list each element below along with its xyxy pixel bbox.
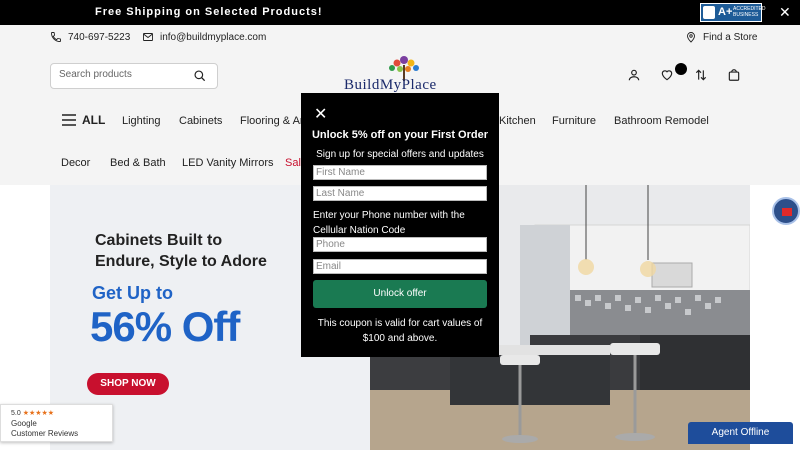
bbb-accredited-text: ACCREDITED BUSINESS bbox=[733, 6, 766, 18]
hero-get-up-to: Get Up to bbox=[92, 283, 173, 303]
modal-title: Unlock 5% off on your First Order bbox=[311, 129, 489, 141]
customer-reviews-label: Customer Reviews bbox=[11, 429, 79, 438]
nav-kitchen[interactable]: Kitchen bbox=[499, 115, 536, 127]
phone-number: 740-697-5223 bbox=[68, 31, 131, 43]
google-reviews-label: Google Customer Reviews bbox=[11, 419, 78, 439]
search-input[interactable] bbox=[59, 69, 179, 80]
first-name-field[interactable] bbox=[313, 165, 487, 180]
phone-contact[interactable]: 740-697-5223 bbox=[50, 31, 130, 43]
bbb-logo-icon bbox=[703, 6, 715, 19]
close-icon[interactable]: ✕ bbox=[314, 104, 327, 124]
phone-field[interactable] bbox=[313, 237, 487, 252]
promo-text: Free Shipping on Selected Products! bbox=[95, 6, 323, 18]
close-icon[interactable]: ✕ bbox=[779, 4, 791, 21]
phone-label: Enter your Phone number with the Cellula… bbox=[313, 210, 465, 236]
nav-bed-bath[interactable]: Bed & Bath bbox=[110, 157, 166, 169]
bbb-rating: A+ bbox=[718, 6, 733, 18]
email-contact[interactable]: info@buildmyplace.com bbox=[142, 31, 266, 43]
star-rating-icon: ★★★★★ bbox=[22, 410, 55, 417]
promo-bar: Free Shipping on Selected Products! A+ A… bbox=[0, 0, 800, 25]
signup-offer-modal: ✕ Unlock 5% off on your First Order Sign… bbox=[301, 93, 499, 357]
nav-lighting[interactable]: Lighting bbox=[122, 115, 161, 127]
search-box bbox=[50, 63, 218, 89]
nav-bathroom-remodel[interactable]: Bathroom Remodel bbox=[614, 115, 709, 127]
all-label: ALL bbox=[82, 113, 106, 127]
video-camera-icon bbox=[782, 208, 792, 216]
nav-decor[interactable]: Decor bbox=[61, 157, 90, 169]
hamburger-menu-icon bbox=[62, 114, 76, 126]
nav-cabinets[interactable]: Cabinets bbox=[179, 115, 222, 127]
last-name-field[interactable] bbox=[313, 186, 487, 201]
agent-offline-button[interactable]: Agent Offline bbox=[688, 422, 793, 444]
modal-subtitle: Sign up for special offers and updates bbox=[316, 149, 484, 160]
google-score: 5.0 bbox=[11, 410, 21, 417]
wishlist-heart-icon[interactable] bbox=[660, 68, 674, 82]
find-store-label: Find a Store bbox=[703, 31, 758, 43]
google-label: Google bbox=[11, 419, 37, 428]
logo-text: BuildMyPlace bbox=[344, 77, 437, 93]
hero-title-line1: Cabinets Built to bbox=[95, 232, 223, 249]
unlock-offer-button[interactable]: Unlock offer bbox=[313, 280, 487, 308]
all-categories-menu[interactable]: ALL bbox=[62, 113, 105, 127]
shop-now-button[interactable]: SHOP NOW bbox=[87, 373, 169, 395]
hero-title: Cabinets Built to Endure, Style to Adore bbox=[95, 230, 267, 272]
bbb-badge[interactable]: A+ ACCREDITED BUSINESS bbox=[700, 3, 766, 22]
coupon-note: This coupon is valid for cart values of … bbox=[317, 318, 483, 344]
compare-arrows-icon[interactable] bbox=[694, 68, 708, 82]
hero-title-line2: Endure, Style to Adore bbox=[95, 253, 267, 270]
hero-discount: 56% Off bbox=[90, 303, 240, 350]
location-pin-icon bbox=[687, 32, 695, 43]
site-logo[interactable]: BuildMyPlace bbox=[340, 55, 460, 95]
google-reviews-badge[interactable]: 5.0 ★★★★★ Google Customer Reviews bbox=[0, 404, 113, 442]
wishlist-count-badge bbox=[675, 63, 687, 75]
video-chat-button[interactable] bbox=[772, 197, 800, 225]
phone-icon bbox=[51, 32, 61, 42]
email-address: info@buildmyplace.com bbox=[160, 31, 267, 43]
cart-bag-icon[interactable] bbox=[727, 68, 741, 82]
google-rating: 5.0 ★★★★★ bbox=[11, 409, 54, 417]
email-field[interactable] bbox=[313, 259, 487, 274]
nav-flooring[interactable]: Flooring & Ar bbox=[240, 115, 304, 127]
nav-furniture[interactable]: Furniture bbox=[552, 115, 596, 127]
nav-led-vanity-mirrors[interactable]: LED Vanity Mirrors bbox=[182, 157, 273, 169]
search-icon[interactable] bbox=[193, 69, 207, 83]
mail-icon bbox=[143, 33, 153, 41]
account-icon[interactable] bbox=[627, 68, 641, 82]
find-store-link[interactable]: Find a Store bbox=[685, 31, 757, 43]
